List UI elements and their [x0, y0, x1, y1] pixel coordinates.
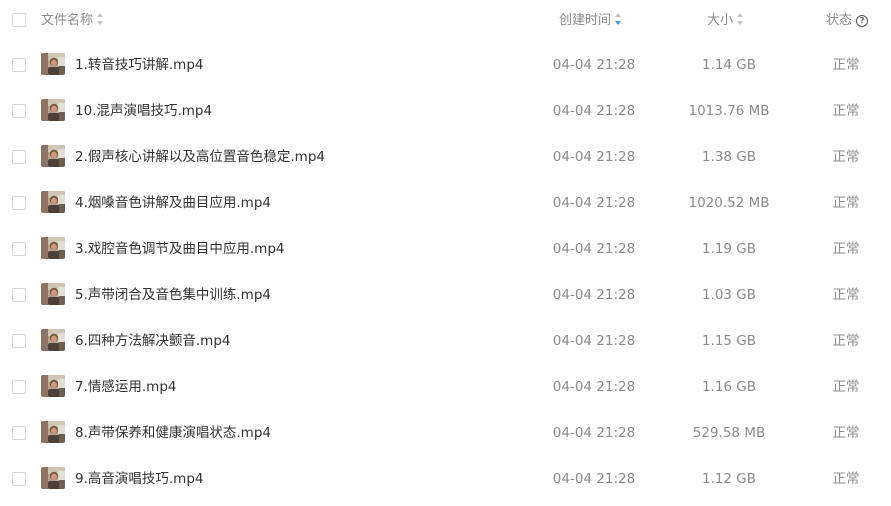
- row-checkbox[interactable]: [12, 196, 26, 210]
- file-created-time: 04-04 21:28: [552, 103, 636, 119]
- column-created-header[interactable]: 创建时间: [559, 12, 622, 30]
- file-status: 正常: [832, 379, 860, 395]
- column-size-header[interactable]: 大小: [707, 12, 744, 30]
- file-row[interactable]: 3.戏腔音色调节及曲目中应用.mp4 04-04 21:28 1.19 GB 正常: [0, 226, 891, 272]
- file-name[interactable]: 1.转音技巧讲解.mp4: [75, 56, 203, 74]
- file-name[interactable]: 2.假声核心讲解以及高位置音色稳定.mp4: [75, 148, 325, 166]
- file-status: 正常: [832, 287, 860, 303]
- file-row[interactable]: 6.四种方法解决颤音.mp4 04-04 21:28 1.15 GB 正常: [0, 318, 891, 364]
- file-name[interactable]: 4.烟嗓音色讲解及曲目应用.mp4: [75, 194, 271, 212]
- file-name[interactable]: 7.情感运用.mp4: [75, 378, 176, 396]
- file-row[interactable]: 8.声带保养和健康演唱状态.mp4 04-04 21:28 529.58 MB 正常: [0, 410, 891, 456]
- file-row[interactable]: 4.烟嗓音色讲解及曲目应用.mp4 04-04 21:28 1020.52 MB 正常: [0, 180, 891, 226]
- file-size: 1.14 GB: [701, 57, 757, 73]
- row-checkbox[interactable]: [12, 58, 26, 72]
- file-status: 正常: [832, 149, 860, 165]
- help-circle-icon[interactable]: ?: [856, 15, 869, 27]
- file-status: 正常: [832, 195, 860, 211]
- file-list-header: 文件名称 创建时间 大小 状态?: [0, 0, 891, 42]
- file-created-time: 04-04 21:28: [552, 333, 636, 349]
- select-all-checkbox[interactable]: [12, 13, 26, 27]
- file-status: 正常: [832, 103, 860, 119]
- file-name[interactable]: 10.混声演唱技巧.mp4: [75, 102, 212, 120]
- column-status-header: 状态?: [826, 12, 869, 30]
- file-created-time: 04-04 21:28: [552, 57, 636, 73]
- row-checkbox[interactable]: [12, 334, 26, 348]
- file-size: 1.03 GB: [701, 287, 757, 303]
- column-size-label: 大小: [707, 13, 734, 28]
- file-created-time: 04-04 21:28: [552, 379, 636, 395]
- column-name-header[interactable]: 文件名称: [41, 12, 104, 30]
- video-thumbnail-icon: [41, 191, 65, 213]
- file-size: 1.15 GB: [701, 333, 757, 349]
- video-thumbnail-icon: [41, 99, 65, 121]
- file-size: 1.38 GB: [701, 149, 757, 165]
- row-checkbox[interactable]: [12, 288, 26, 302]
- column-created-label: 创建时间: [559, 13, 612, 28]
- video-thumbnail-icon: [41, 329, 65, 351]
- file-row[interactable]: 7.情感运用.mp4 04-04 21:28 1.16 GB 正常: [0, 364, 891, 410]
- video-thumbnail-icon: [41, 53, 65, 75]
- row-checkbox[interactable]: [12, 472, 26, 486]
- file-status: 正常: [832, 241, 860, 257]
- file-row[interactable]: 9.高音演唱技巧.mp4 04-04 21:28 1.12 GB 正常: [0, 456, 891, 502]
- file-size: 1.16 GB: [701, 379, 757, 395]
- file-size: 1.19 GB: [701, 241, 757, 257]
- file-created-time: 04-04 21:28: [552, 241, 636, 257]
- file-created-time: 04-04 21:28: [552, 425, 636, 441]
- file-created-time: 04-04 21:28: [552, 195, 636, 211]
- video-thumbnail-icon: [41, 283, 65, 305]
- file-created-time: 04-04 21:28: [552, 287, 636, 303]
- sort-arrows-icon[interactable]: [97, 13, 104, 25]
- file-size: 529.58 MB: [692, 425, 766, 441]
- row-checkbox[interactable]: [12, 426, 26, 440]
- sort-arrows-icon[interactable]: [615, 13, 622, 25]
- column-name-label: 文件名称: [41, 13, 94, 28]
- file-size: 1020.52 MB: [688, 195, 770, 211]
- video-thumbnail-icon: [41, 421, 65, 443]
- row-checkbox[interactable]: [12, 380, 26, 394]
- file-row[interactable]: 5.声带闭合及音色集中训练.mp4 04-04 21:28 1.03 GB 正常: [0, 272, 891, 318]
- file-row[interactable]: 10.混声演唱技巧.mp4 04-04 21:28 1013.76 MB 正常: [0, 88, 891, 134]
- file-row[interactable]: 2.假声核心讲解以及高位置音色稳定.mp4 04-04 21:28 1.38 GB 正…: [0, 134, 891, 180]
- video-thumbnail-icon: [41, 375, 65, 397]
- file-size: 1.12 GB: [701, 471, 757, 487]
- file-status: 正常: [832, 425, 860, 441]
- file-created-time: 04-04 21:28: [552, 149, 636, 165]
- file-name[interactable]: 5.声带闭合及音色集中训练.mp4: [75, 286, 271, 304]
- file-created-time: 04-04 21:28: [552, 471, 636, 487]
- column-status-label: 状态: [826, 13, 853, 28]
- file-status: 正常: [832, 471, 860, 487]
- video-thumbnail-icon: [41, 145, 65, 167]
- file-size: 1013.76 MB: [688, 103, 770, 119]
- file-row[interactable]: 1.转音技巧讲解.mp4 04-04 21:28 1.14 GB 正常: [0, 42, 891, 88]
- video-thumbnail-icon: [41, 467, 65, 489]
- file-status: 正常: [832, 333, 860, 349]
- file-name[interactable]: 9.高音演唱技巧.mp4: [75, 470, 203, 488]
- file-status: 正常: [832, 57, 860, 73]
- file-name[interactable]: 3.戏腔音色调节及曲目中应用.mp4: [75, 240, 284, 258]
- file-name[interactable]: 8.声带保养和健康演唱状态.mp4: [75, 424, 271, 442]
- video-thumbnail-icon: [41, 237, 65, 259]
- sort-arrows-icon[interactable]: [737, 13, 744, 25]
- row-checkbox[interactable]: [12, 150, 26, 164]
- row-checkbox[interactable]: [12, 242, 26, 256]
- file-name[interactable]: 6.四种方法解决颤音.mp4: [75, 332, 230, 350]
- row-checkbox[interactable]: [12, 104, 26, 118]
